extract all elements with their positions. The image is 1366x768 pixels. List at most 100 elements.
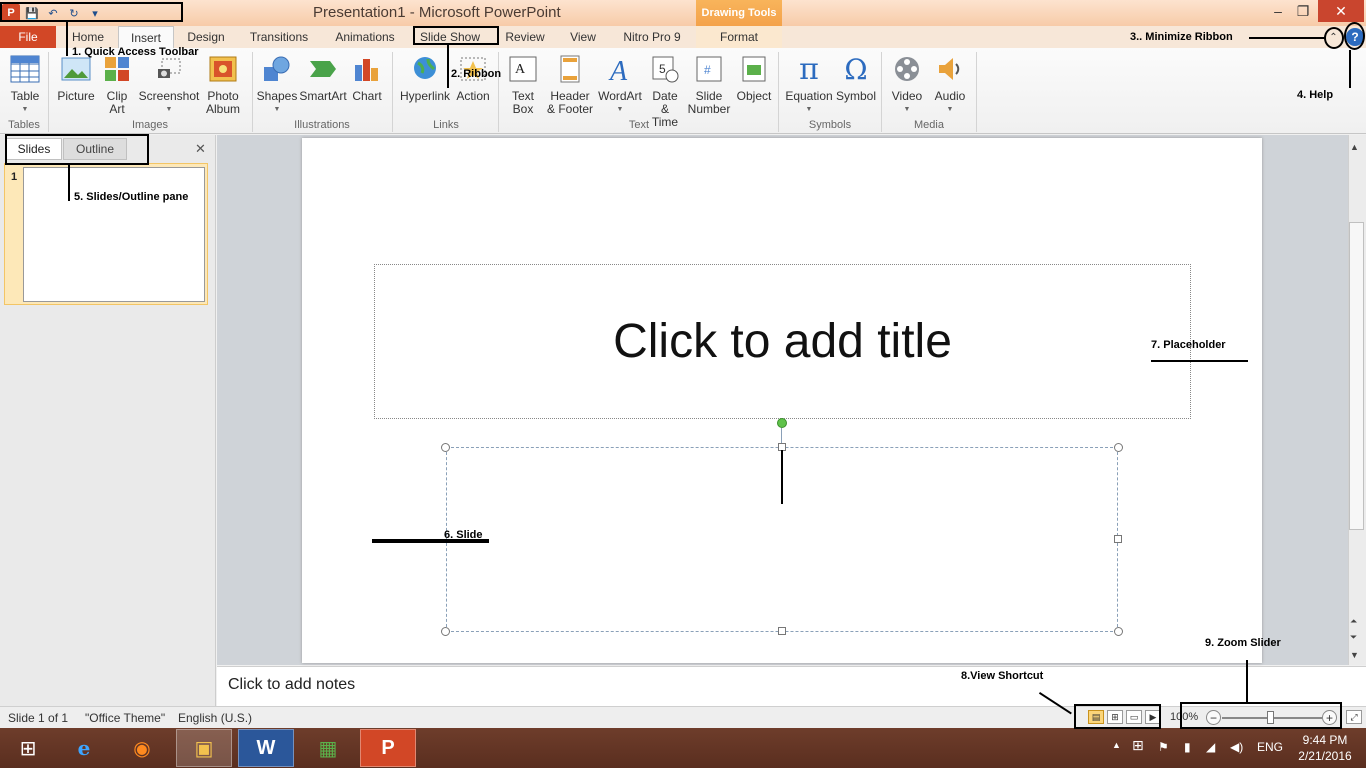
resize-handle[interactable] (778, 627, 786, 635)
header-footer-icon (554, 52, 586, 86)
input-language[interactable]: ENG (1257, 740, 1283, 754)
group-label-media: Media (914, 119, 944, 131)
volume-icon[interactable]: ◀) (1230, 740, 1243, 754)
annotation-box-slides-pane (5, 134, 149, 165)
screenshot-button[interactable]: Screenshot ▼ (138, 52, 200, 116)
tab-transitions[interactable]: Transitions (244, 26, 314, 48)
tab-file[interactable]: File (0, 26, 56, 48)
tray-expand-icon[interactable]: ▲ (1112, 740, 1121, 750)
slide-thumbnail[interactable] (23, 167, 205, 302)
theme-status[interactable]: "Office Theme" (85, 711, 165, 725)
text-box-button[interactable]: A Text Box (504, 52, 542, 116)
resize-handle[interactable] (441, 443, 450, 452)
tray-time: 9:44 PM (1302, 733, 1348, 747)
annotation-box-help (1344, 22, 1365, 50)
tab-home[interactable]: Home (66, 26, 110, 48)
text-box-icon: A (507, 52, 539, 86)
network-icon[interactable]: ◢ (1206, 740, 1215, 754)
wordart-icon: A (604, 52, 636, 86)
close-window-button[interactable]: ✕ (1318, 0, 1364, 22)
clip-art-button[interactable]: Clip Art (100, 52, 134, 116)
minimize-window-button[interactable]: – (1266, 0, 1290, 22)
date-time-button[interactable]: 5 Date & Time (646, 52, 684, 129)
scroll-up-icon[interactable]: ▲ (1350, 142, 1359, 152)
smartart-icon (307, 52, 339, 86)
tab-view[interactable]: View (564, 26, 602, 48)
object-button[interactable]: Object (734, 52, 774, 103)
hyperlink-button[interactable]: Hyperlink (398, 52, 452, 103)
annotation-qat: 1. Quick Access Toolbar (72, 46, 199, 58)
fit-to-window-icon[interactable]: ⤢ (1346, 710, 1362, 724)
resize-handle[interactable] (1114, 535, 1122, 543)
scroll-down-icon[interactable]: ▼ (1350, 650, 1359, 660)
smartart-button[interactable]: SmartArt (299, 52, 347, 103)
tab-design[interactable]: Design (180, 26, 232, 48)
word-icon[interactable]: W (238, 729, 294, 767)
slide-number-button[interactable]: # Slide Number (686, 52, 732, 116)
svg-text:5: 5 (659, 62, 666, 76)
annotation-ribbon: 2. Ribbon (451, 68, 502, 80)
symbol-button[interactable]: Ω Symbol (836, 52, 876, 103)
action-center-icon[interactable]: ⊞ (1132, 737, 1144, 754)
tray-clock[interactable]: 9:44 PM 2/21/2016 (1290, 732, 1360, 764)
annotation-line (1246, 660, 1248, 702)
tray-date: 2/21/2016 (1298, 749, 1352, 763)
scrollbar-thumb[interactable] (1349, 222, 1364, 530)
svg-text:A: A (515, 62, 526, 77)
tab-insert[interactable]: Insert (118, 26, 174, 48)
shapes-button[interactable]: Shapes ▼ (256, 52, 298, 116)
store-icon[interactable]: ▦ (300, 729, 356, 767)
picture-button[interactable]: Picture (56, 52, 96, 103)
rotate-connector (781, 428, 782, 443)
tab-animations[interactable]: Animations (330, 26, 400, 48)
video-button[interactable]: Video ▼ (886, 52, 928, 116)
windows-taskbar: ⊞ e ◉ ▣ W ▦ P ▲ ⊞ ⚑ ▮ ◢ ◀) ENG 9:44 PM 2… (0, 728, 1366, 768)
close-pane-icon[interactable]: ✕ (195, 141, 206, 157)
shapes-icon (261, 52, 293, 86)
annotation-line (1249, 37, 1325, 39)
tab-format[interactable]: Format (696, 26, 782, 48)
resize-handle[interactable] (441, 627, 450, 636)
powerpoint-taskbar-icon[interactable]: P (360, 729, 416, 767)
header-footer-button[interactable]: Header & Footer (544, 52, 596, 116)
photo-album-button[interactable]: Photo Album (200, 52, 246, 116)
internet-explorer-icon[interactable]: e (56, 729, 112, 767)
notes-pane[interactable]: Click to add notes (217, 666, 1366, 706)
status-bar: Slide 1 of 1 "Office Theme" English (U.S… (0, 706, 1366, 728)
resize-handle[interactable] (1114, 627, 1123, 636)
firefox-icon[interactable]: ◉ (114, 729, 170, 767)
annotation-line (68, 165, 70, 201)
speaker-icon (934, 52, 966, 86)
table-button[interactable]: Table ▼ (6, 52, 44, 116)
flag-icon[interactable]: ⚑ (1158, 740, 1169, 754)
battery-icon[interactable]: ▮ (1184, 740, 1191, 754)
ribbon: Table ▼ Tables Picture Clip Art Screensho… (0, 48, 1366, 134)
language-status[interactable]: English (U.S.) (178, 711, 252, 725)
notes-placeholder[interactable]: Click to add notes (228, 676, 355, 694)
group-label-links: Links (433, 119, 459, 131)
film-reel-icon (891, 52, 923, 86)
previous-slide-icon[interactable]: ⏶ (1350, 616, 1357, 627)
group-label-illustrations: Illustrations (294, 119, 350, 131)
annotation-view-shortcut: 8.View Shortcut (961, 670, 1044, 682)
slide-number-icon: # (693, 52, 725, 86)
wordart-button[interactable]: A WordArt ▼ (596, 52, 644, 116)
audio-button[interactable]: Audio ▼ (930, 52, 970, 116)
title-placeholder[interactable]: Click to add title (374, 264, 1191, 419)
equation-button[interactable]: π Equation ▼ (784, 52, 834, 116)
svg-text:#: # (704, 63, 711, 77)
chart-button[interactable]: Chart (350, 52, 384, 103)
start-windows-icon[interactable]: ⊞ (0, 729, 56, 767)
drawing-tools-context-label: Drawing Tools (696, 0, 782, 26)
tab-nitro-pro[interactable]: Nitro Pro 9 (616, 26, 688, 48)
tab-review[interactable]: Review (500, 26, 550, 48)
annotation-box-qat (0, 2, 183, 22)
file-explorer-icon[interactable]: ▣ (176, 729, 232, 767)
next-slide-icon[interactable]: ⏷ (1350, 632, 1357, 643)
annotation-placeholder: 7. Placeholder (1151, 339, 1226, 351)
restore-window-button[interactable]: ❐ (1291, 0, 1315, 22)
resize-handle[interactable] (1114, 443, 1123, 452)
annotation-line (447, 45, 449, 88)
group-label-symbols: Symbols (808, 119, 852, 131)
rotate-handle[interactable] (777, 418, 787, 428)
